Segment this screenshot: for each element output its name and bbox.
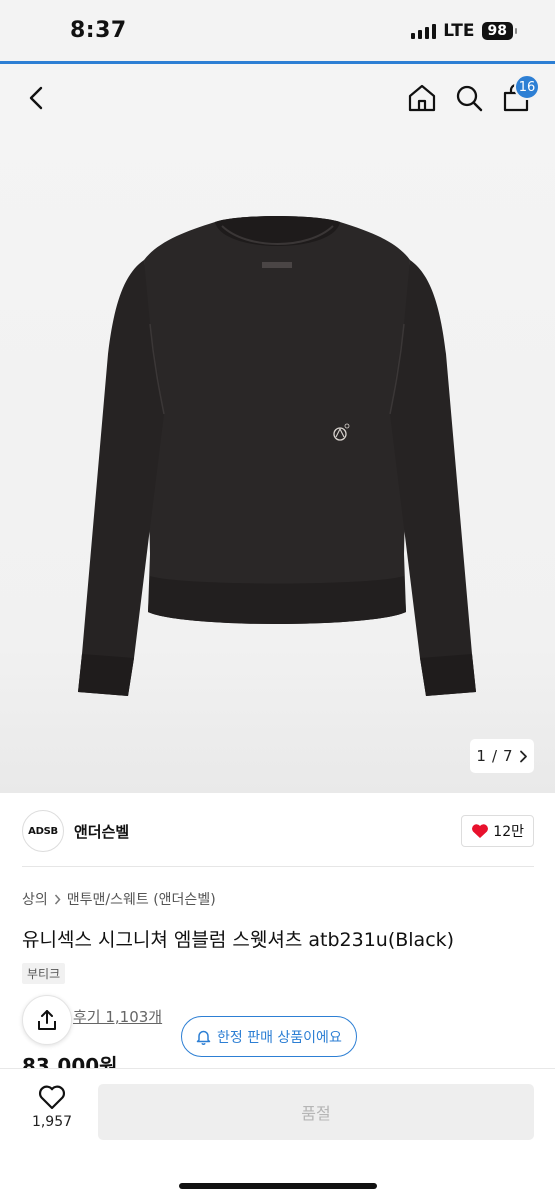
bell-icon [196,1030,211,1045]
chevron-right-icon [54,894,61,904]
brand-like-count: 12만 [493,824,524,840]
product-image-gallery[interactable]: 16 1 / 7 [0,64,555,793]
brand-row[interactable]: ADSB 앤더슨벨 12만 [22,809,534,853]
breadcrumb-level1[interactable]: 상의 [22,889,48,909]
back-icon [29,86,43,110]
cart-count-badge: 16 [514,74,540,100]
home-icon [408,84,436,112]
bottom-action-bar: 1,957 품절 [0,1068,555,1200]
wish-count: 1,957 [31,1114,73,1130]
product-detail-screen: 8:37 LTE 98 16 1 / 7 ADSB 앤더슨벨 12만 상의 맨투… [0,0,555,1200]
home-button[interactable] [402,78,442,118]
brand-like-button[interactable]: 12만 [461,815,534,847]
pager-separator: / [491,747,498,765]
breadcrumb-level2[interactable]: 맨투맨/스웨트 (앤더슨벨) [67,889,216,909]
pager-current: 1 [476,747,486,765]
share-button[interactable] [22,995,72,1045]
heart-icon [38,1085,66,1110]
status-bar: 8:37 LTE 98 [0,0,555,62]
brand-name[interactable]: 앤더슨벨 [74,821,129,842]
divider [22,866,534,867]
share-icon [38,1010,56,1030]
home-indicator [179,1183,377,1189]
breadcrumb: 상의 맨투맨/스웨트 (앤더슨벨) [22,889,216,909]
back-button[interactable] [17,78,57,118]
limited-sale-label: 한정 판매 상품이에요 [217,1029,342,1046]
product-photo [78,216,476,696]
cart-button[interactable]: 16 [496,74,540,118]
sold-out-button[interactable]: 품절 [98,1084,534,1140]
heart-icon [472,824,489,838]
boutique-tag: 부티크 [22,963,66,984]
network-label: LTE [443,21,475,41]
search-button[interactable] [449,78,489,118]
chevron-right-icon [519,750,527,762]
status-time: 8:37 [70,18,127,43]
gallery-pager[interactable]: 1 / 7 [470,739,534,773]
signal-icon [411,23,437,39]
battery-indicator: 98 [481,22,518,40]
reviews-link[interactable]: 후기 1,103개 [73,1006,162,1027]
limited-sale-pill[interactable]: 한정 판매 상품이에요 [181,1016,357,1057]
brand-logo[interactable]: ADSB [22,810,64,852]
status-indicators: LTE 98 [411,21,518,41]
search-icon [456,85,483,112]
product-title: 유니섹스 시그니쳐 엠블럼 스웻셔츠 atb231u(Black) [22,929,455,951]
wish-button[interactable]: 1,957 [22,1085,82,1130]
pager-total: 7 [503,747,513,765]
